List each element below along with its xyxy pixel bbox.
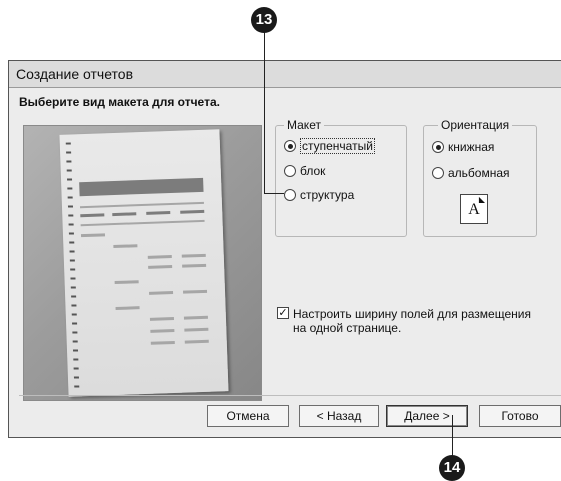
radio-button[interactable]: [284, 189, 296, 201]
layout-option-stepped[interactable]: ступенчатый: [284, 138, 375, 154]
preview-detail: [181, 253, 206, 258]
callout-13-line: [264, 28, 265, 194]
preview-detail: [184, 339, 209, 344]
button-separator: [19, 395, 561, 396]
preview-rule: [80, 219, 205, 227]
report-wizard-dialog: Создание отчетов Выберите вид макета для…: [8, 60, 561, 438]
preview-group-2: [115, 306, 140, 311]
layout-option-label: ступенчатый: [300, 138, 375, 154]
preview-detail: [182, 289, 208, 294]
orientation-group-title: Ориентация: [438, 118, 513, 132]
back-button[interactable]: < Назад: [299, 405, 379, 427]
cancel-button[interactable]: Отмена: [207, 405, 289, 427]
preview-paper: [59, 129, 229, 397]
fit-fields-option[interactable]: ✓ Настроить ширину полей для размещения …: [277, 307, 547, 335]
callout-13-line: [264, 193, 284, 194]
radio-button[interactable]: [284, 165, 296, 177]
orientation-option-label: альбомная: [448, 166, 510, 180]
layout-group: Макет ступенчатый блок структура: [275, 118, 407, 237]
fit-fields-checkbox[interactable]: ✓: [277, 307, 289, 319]
preview-header-cell: [146, 211, 171, 215]
layout-option-outline[interactable]: структура: [284, 188, 354, 202]
callout-13-badge: 13: [251, 7, 277, 33]
preview-detail: [184, 327, 209, 332]
preview-group-2: [114, 280, 139, 285]
preview-detail: [147, 255, 172, 259]
preview-detail: [183, 315, 208, 320]
orientation-option-portrait[interactable]: книжная: [432, 140, 494, 154]
next-button[interactable]: Далее >: [386, 405, 468, 427]
orientation-option-landscape[interactable]: альбомная: [432, 166, 510, 180]
layout-option-label: блок: [300, 164, 326, 178]
orientation-group: Ориентация книжная альбомная ◣ A: [423, 118, 537, 237]
orientation-option-label: книжная: [448, 140, 495, 154]
preview-detail: [182, 263, 207, 268]
preview-header-cell: [180, 209, 205, 214]
layout-group-title: Макет: [284, 118, 324, 132]
preview-detail: [150, 328, 175, 333]
preview-title-bar: [79, 177, 204, 197]
callout-14-line: [452, 415, 453, 459]
portrait-page-icon: ◣ A: [460, 194, 488, 224]
layout-option-label: структура: [300, 188, 355, 202]
fit-fields-label: Настроить ширину полей для размещения на…: [293, 307, 531, 335]
radio-button[interactable]: [284, 140, 296, 152]
layout-prompt: Выберите вид макета для отчета.: [19, 95, 220, 109]
radio-button[interactable]: [432, 141, 444, 153]
radio-button[interactable]: [432, 167, 444, 179]
preview-header-cell: [80, 213, 105, 218]
preview-detail: [148, 265, 173, 269]
preview-rule: [79, 201, 204, 209]
callout-14-badge: 14: [439, 455, 465, 481]
preview-header-cell: [112, 212, 137, 217]
finish-button[interactable]: Готово: [479, 405, 561, 427]
preview-group-2: [113, 244, 138, 249]
binder-holes: [65, 142, 80, 389]
page-icon-letter: A: [468, 201, 480, 218]
preview-detail: [150, 340, 175, 345]
preview-detail: [149, 291, 174, 295]
layout-preview-image: [23, 125, 262, 401]
preview-group-1: [80, 233, 106, 238]
preview-detail: [149, 316, 175, 321]
layout-option-block[interactable]: блок: [284, 164, 325, 178]
dialog-title: Создание отчетов: [9, 61, 561, 88]
